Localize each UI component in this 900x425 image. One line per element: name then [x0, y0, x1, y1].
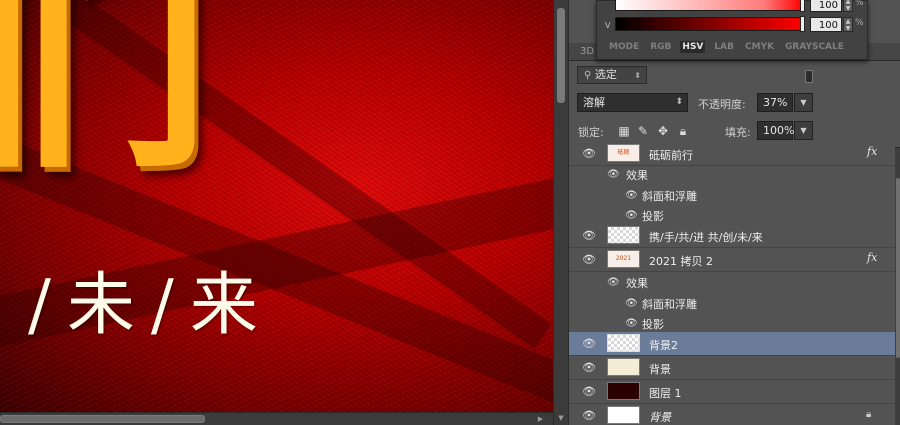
- updown-caret-icon: ⬍: [675, 97, 683, 107]
- saturation-value-field[interactable]: 100: [810, 0, 842, 12]
- layer-filter-label: 选定: [594, 68, 617, 81]
- saturation-spinner[interactable]: ▲ ▼: [843, 0, 853, 12]
- layers-list: 👁︎ 砥砺 砥砺前行 fx 👁︎ 效果 👁︎ 斜面和浮雕 👁︎ 投影 👁︎ 携/…: [569, 142, 900, 425]
- layer-thumbnail: [607, 358, 640, 376]
- horizontal-scroll-thumb[interactable]: [0, 415, 205, 423]
- canvas-slogan-text: /未/来: [28, 266, 274, 345]
- effect-visibility-eye-icon[interactable]: 👁︎: [625, 210, 638, 221]
- value-value-field[interactable]: 100: [810, 17, 842, 32]
- layer-row[interactable]: 👁︎ 背景: [569, 356, 895, 380]
- effect-visibility-eye-icon[interactable]: 👁︎: [607, 169, 620, 180]
- layer-filter-select[interactable]: ⚲ 选定 ⬍: [577, 66, 647, 84]
- value-spinner[interactable]: ▲ ▼: [843, 17, 853, 32]
- visibility-eye-icon[interactable]: 👁︎: [582, 254, 596, 265]
- layer-name: 2021 拷贝 2: [649, 255, 713, 268]
- layer-row[interactable]: 👁︎ 携/手/共/进 共/创/未/来: [569, 224, 895, 248]
- visibility-eye-icon[interactable]: 👁︎: [582, 386, 596, 397]
- tab-3d[interactable]: 3D: [580, 46, 594, 57]
- value-slider-handle[interactable]: [800, 16, 805, 32]
- blend-mode-select[interactable]: 溶解 ⬍: [577, 93, 688, 112]
- effect-bevel-emboss[interactable]: 斜面和浮雕: [642, 188, 697, 204]
- saturation-slider[interactable]: [615, 0, 805, 12]
- scroll-down-arrow-icon[interactable]: ▼: [556, 413, 566, 423]
- document-canvas[interactable]: 们 /未/来: [0, 0, 553, 412]
- horizontal-scrollbar[interactable]: ▶: [0, 412, 553, 425]
- fill-label: 填充:: [725, 126, 751, 139]
- mode-cmyk[interactable]: CMYK: [743, 41, 776, 53]
- mode-rgb[interactable]: RGB: [648, 41, 673, 53]
- effect-visibility-eye-icon[interactable]: 👁︎: [625, 318, 638, 329]
- scroll-right-arrow-icon[interactable]: ▶: [536, 415, 545, 424]
- effects-group-label[interactable]: 效果: [626, 167, 648, 183]
- blend-mode-value: 溶解: [583, 96, 605, 109]
- value-unit: %: [855, 18, 864, 28]
- fx-icon[interactable]: fx: [867, 251, 877, 264]
- layer-name: 携/手/共/进 共/创/未/来: [649, 231, 763, 244]
- layers-panel: 3D ⚲ 选定 ⬍ 溶解 ⬍ 不透明度: 37% ▼ 锁定: ▦ ✎ ✥ 🔒︎ …: [568, 0, 900, 425]
- effects-group-label[interactable]: 效果: [626, 275, 648, 291]
- updown-caret-icon: ⬍: [634, 71, 641, 80]
- opacity-field[interactable]: 37%: [757, 93, 793, 112]
- layer-row[interactable]: 👁︎ 图层 1: [569, 380, 895, 404]
- lock-image-pixels-icon[interactable]: ✎: [636, 124, 650, 138]
- layer-thumbnail: 砥砺: [607, 144, 640, 162]
- lock-position-icon[interactable]: ✥: [656, 124, 670, 138]
- value-slider[interactable]: [615, 16, 805, 32]
- effect-bevel-emboss[interactable]: 斜面和浮雕: [642, 296, 697, 312]
- fill-dropdown-button[interactable]: ▼: [794, 121, 813, 140]
- vertical-scrollbar[interactable]: ▼: [553, 0, 568, 425]
- layer-thumbnail: [607, 382, 640, 400]
- value-channel-label: V: [605, 21, 611, 30]
- layer-name: 背景: [649, 363, 671, 376]
- opacity-label: 不透明度:: [698, 98, 746, 111]
- visibility-eye-icon[interactable]: 👁︎: [582, 362, 596, 373]
- color-panel: 100 ▲ ▼ % V 100 ▲ ▼ % MODE RGB HSV LAB CMY…: [596, 0, 868, 60]
- layer-thumbnail: [607, 226, 640, 244]
- mode-hsv[interactable]: HSV: [680, 41, 706, 53]
- layers-scrollbar[interactable]: [895, 148, 900, 425]
- lock-label: 锁定:: [578, 126, 604, 139]
- saturation-unit: %: [855, 0, 864, 8]
- layer-thumbnail: 2021: [607, 250, 640, 268]
- effect-visibility-eye-icon[interactable]: 👁︎: [625, 298, 638, 309]
- canvas-title-glyph: 们: [0, 0, 210, 202]
- mode-label: MODE: [609, 42, 640, 52]
- visibility-eye-icon[interactable]: 👁︎: [582, 338, 596, 349]
- color-mode-bar: MODE RGB HSV LAB CMYK GRAYSCALE: [607, 41, 846, 53]
- layer-name: 背景2: [649, 339, 678, 352]
- fill-field[interactable]: 100%: [757, 121, 795, 140]
- lock-transparent-pixels-icon[interactable]: ▦: [617, 124, 631, 138]
- layer-thumbnail: [607, 334, 640, 352]
- fill-value: 100%: [763, 124, 795, 137]
- layer-name: 砥砺前行: [649, 149, 693, 162]
- layer-name: 背景: [649, 411, 671, 424]
- layer-filter-row: ⚲ 选定 ⬍: [569, 62, 900, 87]
- layer-lock-icon: 🔒︎: [866, 409, 872, 420]
- effect-visibility-eye-icon[interactable]: 👁︎: [625, 190, 638, 201]
- effect-visibility-eye-icon[interactable]: 👁︎: [607, 277, 620, 288]
- visibility-eye-icon[interactable]: 👁︎: [582, 410, 596, 421]
- saturation-slider-handle[interactable]: [800, 0, 805, 12]
- fx-icon[interactable]: fx: [867, 145, 877, 158]
- mode-grayscale[interactable]: GRAYSCALE: [783, 41, 846, 53]
- layer-row-selected[interactable]: 👁︎ 背景2: [569, 332, 895, 356]
- opacity-value: 37%: [763, 96, 788, 109]
- mode-lab[interactable]: LAB: [712, 41, 736, 53]
- search-icon: ⚲: [584, 70, 592, 81]
- effect-drop-shadow[interactable]: 投影: [642, 316, 664, 332]
- lock-all-icon[interactable]: 🔒︎: [676, 124, 690, 138]
- layer-row[interactable]: 👁︎ 背景 🔒︎: [569, 404, 895, 425]
- layer-row[interactable]: 👁︎ 砥砺 砥砺前行 fx: [569, 142, 895, 166]
- visibility-eye-icon[interactable]: 👁︎: [582, 148, 596, 159]
- layers-scroll-thumb[interactable]: [896, 178, 900, 358]
- vertical-scroll-thumb[interactable]: [557, 8, 565, 103]
- layer-row[interactable]: 👁︎ 2021 2021 拷贝 2 fx: [569, 248, 895, 272]
- layer-thumbnail: [607, 406, 640, 424]
- filter-toggle[interactable]: [805, 70, 813, 83]
- opacity-dropdown-button[interactable]: ▼: [794, 93, 813, 112]
- effect-drop-shadow[interactable]: 投影: [642, 208, 664, 224]
- layer-name: 图层 1: [649, 387, 682, 400]
- visibility-eye-icon[interactable]: 👁︎: [582, 230, 596, 241]
